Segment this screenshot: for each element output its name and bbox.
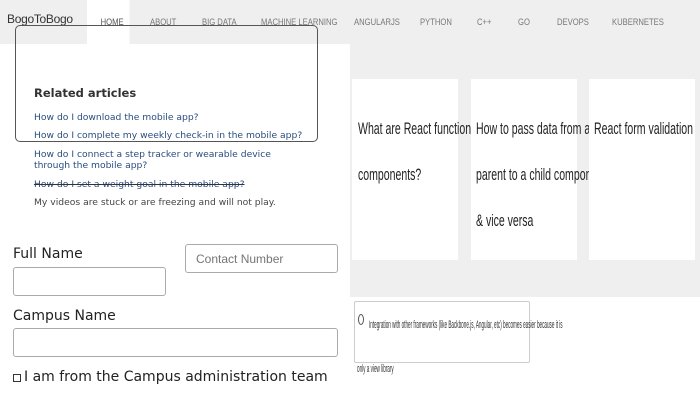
full-name-label: Full Name	[13, 246, 83, 262]
nav-devops[interactable]: DEVOPS	[557, 0, 589, 44]
admin-checkbox[interactable]	[13, 374, 21, 382]
post-card-title-line: How to pass data from a	[476, 119, 591, 138]
related-articles-title: Related articles	[34, 86, 137, 100]
related-article-link[interactable]: How do I set a weight goal in the mobile…	[34, 179, 304, 190]
post-card-title-line: What are React functional	[358, 119, 480, 138]
post-card-title-line: parent to a child component	[476, 165, 607, 184]
related-article-link[interactable]: How do I connect a step tracker or weara…	[34, 149, 304, 171]
related-articles-panel	[15, 25, 318, 142]
nav-cpp[interactable]: C++	[477, 0, 491, 44]
full-name-input[interactable]	[13, 267, 166, 296]
related-article-link[interactable]: How do I complete my weekly check-in in …	[34, 130, 304, 141]
brand-logo[interactable]: BogoToBogo	[7, 12, 73, 26]
snippet-text: only a view library	[357, 363, 394, 375]
nav-go[interactable]: GO	[518, 0, 530, 44]
radio-button[interactable]	[358, 314, 364, 325]
snippet-box	[354, 301, 530, 363]
snippet-text: Integration with other frameworks (like …	[369, 319, 563, 331]
post-card-title-line: components?	[358, 165, 422, 184]
nav-python[interactable]: PYTHON	[420, 0, 452, 44]
campus-name-label: Campus Name	[13, 308, 116, 324]
contact-number-input[interactable]	[185, 244, 338, 273]
nav-angularjs[interactable]: ANGULARJS	[354, 0, 400, 44]
nav-kubernetes[interactable]: KUBERNETES	[612, 0, 664, 44]
post-card[interactable]	[589, 79, 695, 260]
admin-checkbox-label: I am from the Campus administration team	[24, 369, 328, 385]
post-card-title-line: & vice versa	[476, 211, 534, 230]
campus-name-input[interactable]	[13, 328, 338, 357]
related-article-link[interactable]: How do I download the mobile app?	[34, 112, 304, 123]
related-article-link[interactable]: My videos are stuck or are freezing and …	[34, 197, 304, 208]
post-card-title-line: React form validation	[594, 119, 694, 138]
